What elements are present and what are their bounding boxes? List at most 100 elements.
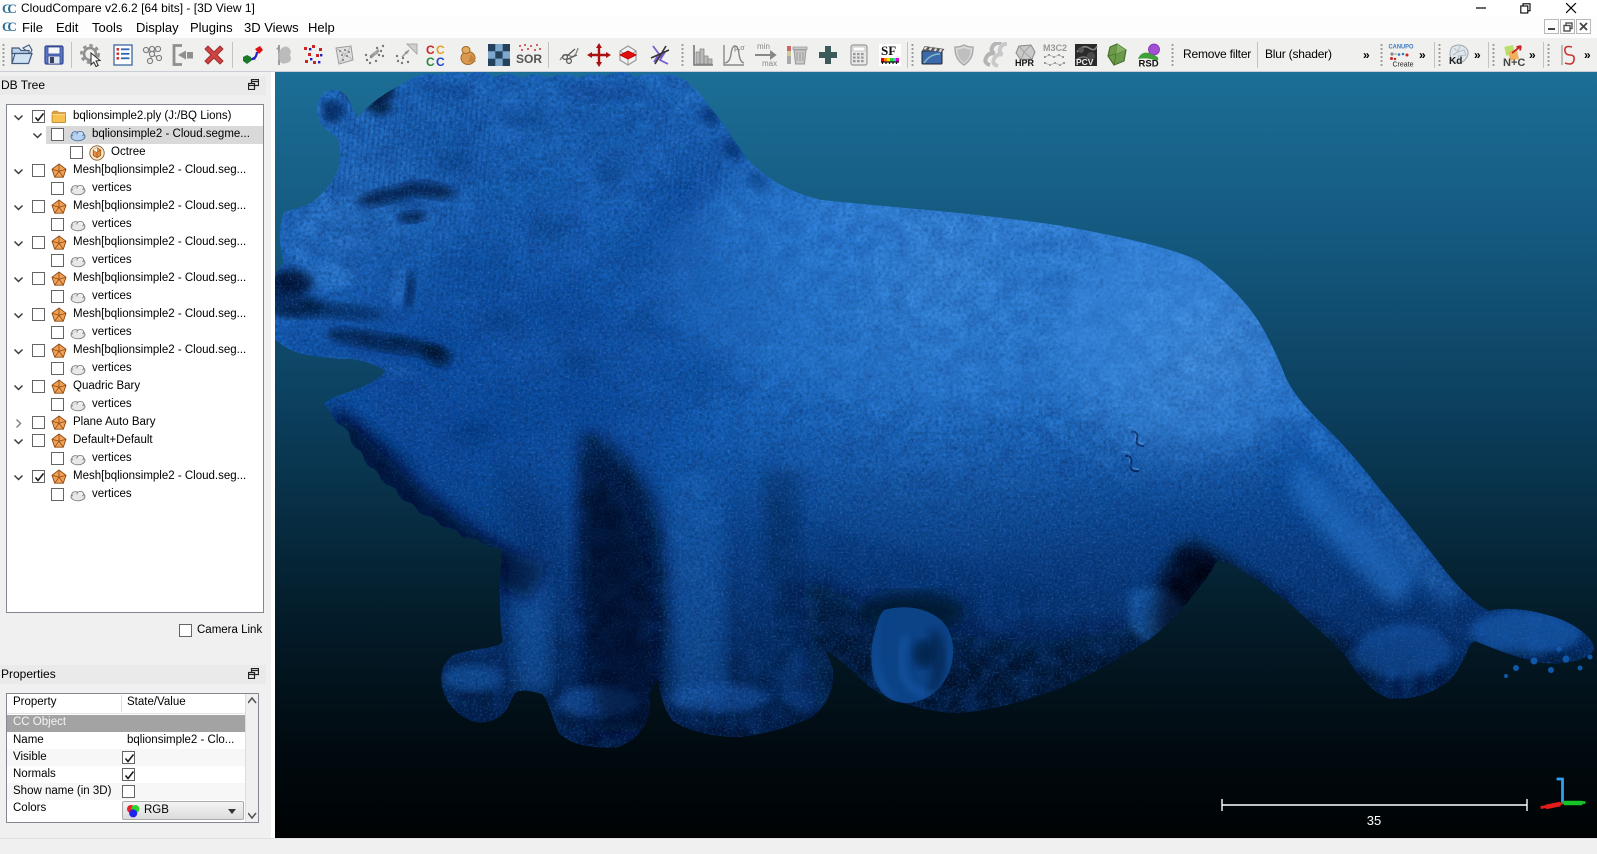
tree-expander-icon[interactable]	[13, 382, 24, 396]
menu-help[interactable]: Help	[308, 20, 335, 35]
tree-checkbox[interactable]	[32, 380, 45, 393]
toolbar-gaussian-filter-button[interactable]: μ,σ	[721, 42, 747, 68]
tree-checkbox[interactable]	[32, 164, 45, 177]
mdi-minimize-button[interactable]	[1544, 19, 1559, 34]
toolbar-m3c2-button[interactable]: M3C2	[1041, 42, 1067, 68]
toolbar-cloud-cloud-distance-button[interactable]: CCCC	[424, 42, 450, 68]
toolbar-raise-flag-button[interactable]	[271, 42, 297, 68]
toolbar-segment-button[interactable]	[647, 42, 673, 68]
menu-file[interactable]: File	[22, 20, 43, 35]
toolbar-density-button[interactable]	[455, 42, 481, 68]
toolbar-apply-transformation-button[interactable]	[170, 42, 196, 68]
toolbar-open-button[interactable]	[9, 42, 35, 68]
tree-row[interactable]: Quadric Bary	[7, 378, 263, 396]
toolbar-smooth-ss-button[interactable]	[981, 42, 1007, 68]
tree-checkbox[interactable]	[51, 182, 64, 195]
tree-row[interactable]: vertices	[7, 288, 263, 306]
tree-checkbox[interactable]	[51, 398, 64, 411]
tree-checkbox[interactable]	[51, 488, 64, 501]
tree-row[interactable]: vertices	[7, 360, 263, 378]
toolbar-overflow-chevron[interactable]: »	[1529, 48, 1536, 62]
tree-checkbox[interactable]	[32, 236, 45, 249]
close-button[interactable]	[1560, 0, 1582, 16]
tree-row[interactable]: vertices	[7, 252, 263, 270]
toolbar-overflow-chevron[interactable]: »	[1584, 48, 1591, 62]
toolbar-canupo-create-button[interactable]: CANUPO Create	[1388, 42, 1414, 69]
tree-checkbox[interactable]	[32, 344, 45, 357]
menu-edit[interactable]: Edit	[56, 20, 78, 35]
toolbar-clone-button[interactable]	[240, 42, 266, 68]
toolbar-subsample-button[interactable]	[300, 42, 326, 68]
menu-tools[interactable]: Tools	[92, 20, 122, 35]
tree-row[interactable]: vertices	[7, 450, 263, 468]
toolbar-overflow-chevron[interactable]: »	[1363, 48, 1370, 62]
menu-display[interactable]: Display	[136, 20, 179, 35]
toolbar-sf-arithmetic-button[interactable]	[846, 42, 872, 68]
viewport-3d[interactable]: 35	[275, 72, 1597, 838]
tree-checkbox[interactable]	[32, 416, 45, 429]
tree-checkbox[interactable]	[51, 362, 64, 375]
db-tree-float-icon[interactable]	[247, 78, 260, 93]
restore-button[interactable]	[1514, 0, 1536, 16]
tree-checkbox[interactable]	[51, 254, 64, 267]
property-checkbox[interactable]	[122, 751, 135, 764]
properties-scrollbar[interactable]	[245, 694, 258, 822]
tree-row[interactable]: Mesh[bqlionsimple2 - Cloud.seg...	[7, 306, 263, 324]
tree-checkbox[interactable]	[51, 326, 64, 339]
menu-plugins[interactable]: Plugins	[190, 20, 233, 35]
toolbar-chunk-button[interactable]	[486, 42, 512, 68]
toolbar-overflow-chevron[interactable]: »	[1419, 48, 1426, 62]
property-checkbox[interactable]	[122, 768, 135, 781]
toolbar-overflow-chevron[interactable]: »	[1474, 48, 1481, 62]
tree-checkbox[interactable]	[32, 272, 45, 285]
tree-row[interactable]: vertices	[7, 180, 263, 198]
property-checkbox[interactable]	[122, 785, 135, 798]
tree-expander-icon[interactable]	[32, 130, 43, 144]
toolbar-clipping-box-button[interactable]	[615, 42, 641, 68]
tree-checkbox[interactable]	[51, 290, 64, 303]
toolbar-blur-shader-button[interactable]: Blur (shader)	[1265, 47, 1332, 61]
toolbar-remove-filter-button[interactable]: Remove filter	[1183, 47, 1251, 61]
mdi-restore-button[interactable]	[1560, 19, 1575, 34]
tree-row[interactable]: Octree	[7, 144, 263, 162]
toolbar-delete-button[interactable]	[201, 42, 227, 68]
scroll-up-icon[interactable]	[248, 697, 257, 704]
tree-row[interactable]: bqlionsimple2 - Cloud.segme...	[7, 126, 263, 144]
tree-expander-icon[interactable]	[13, 166, 24, 180]
tree-expander-icon[interactable]	[13, 472, 24, 486]
toolbar-histogram-button[interactable]	[690, 42, 716, 68]
tree-row[interactable]: Mesh[bqlionsimple2 - Cloud.seg...	[7, 162, 263, 180]
mdi-close-button[interactable]	[1576, 19, 1591, 34]
tree-checkbox[interactable]	[51, 452, 64, 465]
tree-checkbox[interactable]	[32, 308, 45, 321]
toolbar-hpr-button[interactable]: HPR	[1012, 42, 1038, 68]
tree-expander-icon[interactable]	[13, 238, 24, 252]
menu-3dviews[interactable]: 3D Views	[244, 20, 299, 35]
tree-expander-icon[interactable]	[13, 346, 24, 360]
tree-expander-icon[interactable]	[13, 418, 24, 432]
tree-checkbox[interactable]	[70, 146, 83, 159]
toolbar-toggle-console-button[interactable]	[110, 42, 136, 68]
toolbar-poisson-recon-button[interactable]	[1104, 42, 1130, 68]
toolbar-show-scalar-field-button[interactable]: SF	[877, 42, 903, 68]
colors-dropdown[interactable]: RGB	[122, 801, 244, 820]
tree-expander-icon[interactable]	[13, 202, 24, 216]
tree-expander-icon[interactable]	[13, 112, 24, 126]
tree-checkbox[interactable]	[51, 128, 64, 141]
tree-row[interactable]: Mesh[bqlionsimple2 - Cloud.seg...	[7, 270, 263, 288]
toolbar-add-constant-sf-button[interactable]	[815, 42, 841, 68]
tree-row[interactable]: Plane Auto Bary	[7, 414, 263, 432]
toolbar-minmax-scale-button[interactable]: min max	[752, 42, 778, 68]
toolbar-shield-button[interactable]	[951, 42, 977, 68]
toolbar-s-curve-button[interactable]	[1555, 42, 1581, 68]
tree-expander-icon[interactable]	[13, 274, 24, 288]
toolbar-point-picking-button[interactable]	[140, 42, 166, 68]
toolbar-animation-button[interactable]	[919, 42, 945, 68]
tree-row[interactable]: Default+Default	[7, 432, 263, 450]
toolbar-delete-scalar-field-button[interactable]	[784, 42, 810, 68]
tree-row[interactable]: vertices	[7, 396, 263, 414]
tree-checkbox[interactable]	[32, 434, 45, 447]
toolbar-sor-filter-button[interactable]: SOR	[516, 42, 542, 68]
scroll-down-icon[interactable]	[248, 812, 257, 819]
toolbar-kd-tree-button[interactable]: Kd	[1446, 42, 1472, 68]
